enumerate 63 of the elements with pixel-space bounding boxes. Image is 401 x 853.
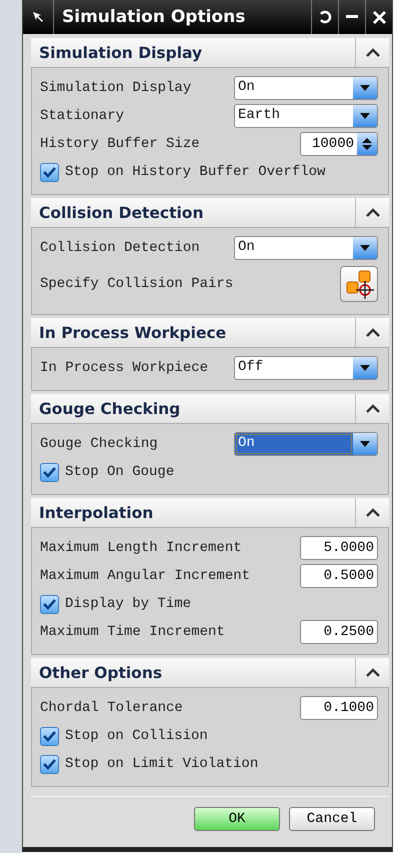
collapse-icon: [366, 328, 380, 337]
section-title: Collision Detection: [38, 204, 204, 222]
field-label: Stationary: [40, 108, 124, 124]
checkbox[interactable]: [40, 726, 59, 746]
checkbox-label: Stop On Gouge: [65, 464, 174, 480]
reset-icon: [318, 10, 332, 24]
checkmark-icon: [43, 730, 56, 742]
section-title: Simulation Display: [38, 44, 204, 62]
dropdown-arrow-icon: [359, 244, 371, 252]
checkbox[interactable]: [40, 594, 59, 614]
section-title: Interpolation: [38, 504, 154, 522]
field-label: Simulation Display: [40, 80, 192, 96]
spin-arrows-icon: [361, 137, 373, 151]
collapse-icon: [366, 404, 380, 413]
cubes-icon: [344, 269, 374, 299]
checkmark-icon: [43, 466, 56, 478]
field-label: Maximum Angular Increment: [40, 568, 250, 584]
dropdown[interactable]: Off: [234, 356, 378, 380]
dropdown-arrow-icon: [359, 84, 371, 92]
checkmark-icon: [43, 598, 56, 610]
section-title: In Process Workpiece: [38, 324, 228, 342]
dropdown[interactable]: Earth: [234, 104, 378, 128]
field-label: History Buffer Size: [40, 136, 200, 152]
select-objects-button[interactable]: [340, 266, 378, 302]
checkmark-icon: [43, 166, 56, 178]
dropdown-arrow-icon: [359, 364, 371, 372]
ok-button[interactable]: OK: [194, 807, 280, 831]
dropdown-arrow-icon: [359, 440, 371, 448]
minimize-icon: [346, 15, 358, 19]
dropdown[interactable]: On: [234, 432, 378, 456]
field-label: Gouge Checking: [40, 436, 158, 452]
checkbox-label: Stop on Collision: [65, 728, 208, 744]
checkbox-label: Display by Time: [65, 596, 192, 612]
section-title: Other Options: [38, 664, 164, 682]
checkmark-icon: [43, 758, 56, 770]
checkbox[interactable]: [40, 162, 59, 182]
checkbox[interactable]: [40, 462, 59, 482]
field-label: Collision Detection: [40, 240, 200, 256]
field-label: Maximum Length Increment: [40, 540, 242, 556]
checkbox-label: Stop on History Buffer Overflow: [65, 164, 326, 180]
number-field[interactable]: 0.1000: [300, 696, 378, 720]
collapse-icon: [366, 668, 380, 677]
dropdown[interactable]: On: [234, 236, 378, 260]
close-icon: [372, 10, 386, 24]
collapse-icon: [366, 48, 380, 57]
cancel-button[interactable]: Cancel: [289, 807, 375, 831]
field-label: Specify Collision Pairs: [40, 276, 234, 292]
window-title: Simulation Options: [53, 0, 311, 34]
checkbox[interactable]: [40, 754, 59, 774]
number-field[interactable]: 5.0000: [300, 536, 378, 560]
pointer-icon: [32, 11, 44, 23]
number-field[interactable]: 0.2500: [300, 620, 378, 644]
field-label: Chordal Tolerance: [40, 700, 183, 716]
section-title: Gouge Checking: [38, 400, 182, 418]
spinner-field[interactable]: 10000: [300, 132, 378, 156]
checkbox-label: Stop on Limit Violation: [65, 756, 258, 772]
dropdown[interactable]: On: [234, 76, 378, 100]
collapse-icon: [366, 208, 380, 217]
dropdown-arrow-icon: [359, 112, 371, 120]
number-field[interactable]: 0.5000: [300, 564, 378, 588]
field-label: Maximum Time Increment: [40, 624, 225, 640]
collapse-icon: [366, 508, 380, 517]
field-label: In Process Workpiece: [40, 360, 208, 376]
